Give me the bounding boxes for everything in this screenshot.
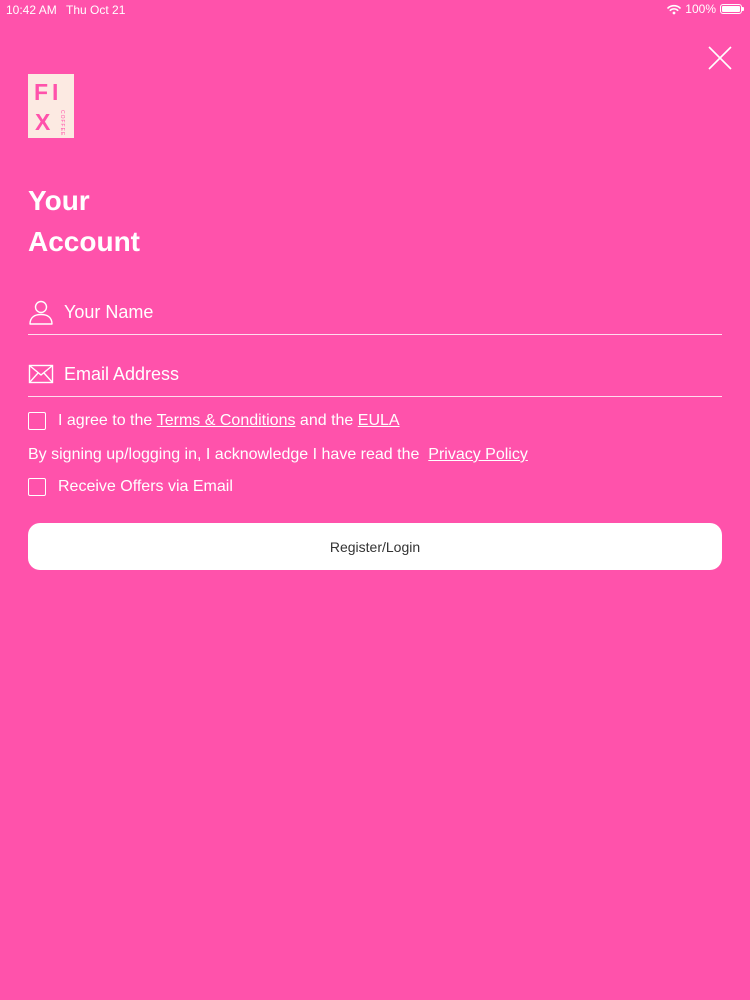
- page-title-line-2: Account: [28, 226, 140, 257]
- offers-label: Receive Offers via Email: [58, 478, 233, 495]
- battery-tip: [742, 7, 744, 11]
- name-field: [28, 290, 722, 335]
- page-title-line-1: Your: [28, 185, 90, 216]
- logo: FI X COFFEE: [28, 74, 74, 138]
- offers-row: Receive Offers via Email: [28, 478, 233, 496]
- status-bar: 10:42 AM Thu Oct 21 100%: [0, 0, 750, 20]
- privacy-policy-link[interactable]: Privacy Policy: [428, 446, 528, 463]
- svg-text:FI: FI: [34, 79, 62, 105]
- envelope-icon: [28, 364, 54, 384]
- page-title: Your Account: [28, 180, 140, 262]
- person-icon: [29, 300, 53, 325]
- status-indicators: 100%: [667, 2, 744, 16]
- wifi-icon: [667, 4, 682, 14]
- battery-icon: [720, 4, 744, 14]
- register-login-button[interactable]: Register/Login: [28, 523, 722, 570]
- terms-middle: and the: [299, 412, 354, 429]
- offers-checkbox[interactable]: [28, 478, 46, 496]
- terms-conditions-link[interactable]: Terms & Conditions: [157, 412, 296, 430]
- battery-fill: [722, 6, 740, 12]
- terms-checkbox[interactable]: [28, 412, 46, 430]
- svg-text:COFFEE: COFFEE: [59, 110, 65, 136]
- close-icon: [708, 46, 732, 70]
- email-field: [28, 352, 722, 397]
- battery-percentage: 100%: [685, 2, 716, 16]
- close-button[interactable]: [704, 42, 736, 74]
- status-date: Thu Oct 21: [66, 3, 126, 17]
- eula-link[interactable]: EULA: [358, 412, 400, 430]
- status-time: 10:42 AM: [6, 3, 57, 17]
- email-input[interactable]: [64, 363, 722, 385]
- svg-text:X: X: [35, 109, 51, 135]
- logo-mark: FI X COFFEE: [34, 79, 65, 136]
- acknowledge-prefix: By signing up/logging in, I acknowledge …: [28, 446, 424, 463]
- acknowledge-text: By signing up/logging in, I acknowledge …: [28, 446, 528, 464]
- terms-prefix: I agree to the: [58, 412, 153, 429]
- name-input[interactable]: [64, 301, 722, 323]
- terms-row: I agree to the Terms & Conditions and th…: [28, 412, 400, 430]
